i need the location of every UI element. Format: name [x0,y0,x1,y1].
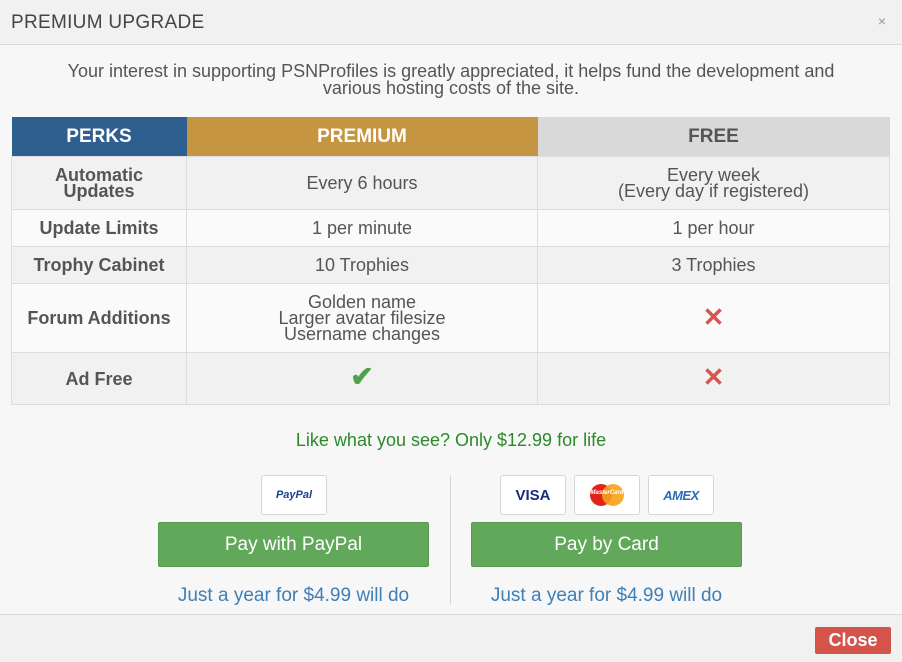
row-label: Forum Additions [11,283,187,353]
row-label: Trophy Cabinet [11,246,187,284]
cross-icon: ✕ [702,301,725,332]
row-label: Ad Free [11,352,187,405]
mastercard-logo-text: MasterCard [590,490,624,496]
close-icon[interactable]: × [878,13,886,29]
amex-logo-icon: AMEX [648,475,714,515]
paypal-year-link[interactable]: Just a year for $4.99 will do [158,585,429,607]
free-value-line: (Every day if registered) [617,181,810,201]
payment-divider [450,476,451,604]
dialog-footer: Close [0,614,902,662]
dialog-header: PREMIUM UPGRADE × [0,0,902,45]
free-value: ✕ [537,283,890,353]
table-row: Automatic Updates Every 6 hours Every we… [11,156,890,210]
header-perks: PERKS [11,117,187,157]
premium-value: 1 per minute [186,209,538,247]
table-row: Forum Additions Golden name Larger avata… [11,283,890,353]
perks-comparison-table: PERKS PREMIUM FREE Automatic Updates Eve… [11,117,890,405]
premium-value: Every 6 hours [186,156,538,210]
header-free: FREE [537,117,890,157]
row-label: Automatic Updates [11,156,187,210]
premium-value: ✔ [186,352,538,405]
table-row: Ad Free ✔ ✕ [11,352,890,405]
pay-with-paypal-button[interactable]: Pay with PayPal [158,522,429,567]
free-value: 3 Trophies [537,246,890,284]
premium-value: Golden name Larger avatar filesize Usern… [186,283,538,353]
table-row: Update Limits 1 per minute 1 per hour [11,209,890,247]
intro-line-2: various hosting costs of the site. [322,78,580,98]
premium-upgrade-dialog: PREMIUM UPGRADE × Your interest in suppo… [0,0,902,662]
premium-value-line: Username changes [283,324,441,344]
header-premium: PREMIUM [186,117,538,157]
pay-by-card-button[interactable]: Pay by Card [471,522,742,567]
check-icon: ✔ [350,361,374,392]
free-value: 1 per hour [537,209,890,247]
mastercard-circles: MasterCard [590,484,624,506]
card-year-link[interactable]: Just a year for $4.99 will do [471,585,742,607]
intro-text: Your interest in supporting PSNProfiles … [0,62,902,98]
promo-text: Like what you see? Only $12.99 for life [295,430,607,450]
dialog-title: PREMIUM UPGRADE [11,12,205,33]
close-button[interactable]: Close [815,627,891,654]
visa-logo-icon: VISA [500,475,566,515]
paypal-logo-icon: PayPal [261,475,327,515]
cross-icon: ✕ [702,362,725,392]
free-value: Every week (Every day if registered) [537,156,890,210]
free-value: ✕ [537,352,890,405]
table-row: Trophy Cabinet 10 Trophies 3 Trophies [11,246,890,284]
row-label: Update Limits [11,209,187,247]
premium-value: 10 Trophies [186,246,538,284]
mastercard-logo-icon: MasterCard [574,475,640,515]
row-label-line: Updates [63,181,135,201]
